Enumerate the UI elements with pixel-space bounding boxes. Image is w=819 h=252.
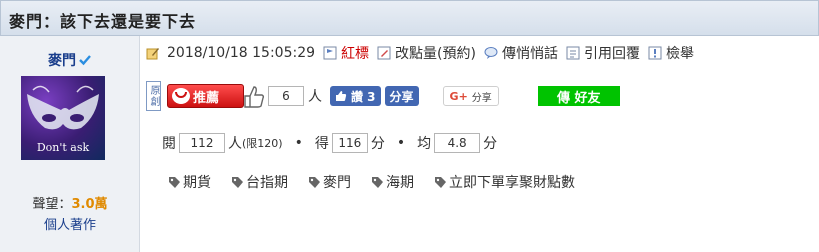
- author-name[interactable]: 麥門: [48, 53, 76, 69]
- google-share-button[interactable]: G+ 分享: [442, 86, 499, 106]
- read-count: 112: [179, 133, 225, 153]
- post-datetime: 2018/10/18 15:05:29: [167, 45, 316, 61]
- verified-check-icon: [79, 55, 91, 66]
- tag-item[interactable]: 麥門: [308, 172, 351, 192]
- original-badge: 原創: [146, 81, 161, 111]
- change-points-label: 改點量(預約): [395, 46, 476, 62]
- recommend-count: 6: [268, 86, 304, 106]
- read-unit: 人: [228, 136, 242, 152]
- quote-icon: [566, 46, 580, 60]
- post-content: 2018/10/18 15:05:29 紅標 改點量(預約) 傳悄悄話 引用回覆…: [140, 36, 819, 252]
- tag-icon: [232, 176, 243, 188]
- red-mark-label: 紅標: [341, 46, 370, 62]
- action-button-row: 原創 推薦 6 人 讚 3 分享 G+ 分享 傳 好友: [146, 81, 620, 111]
- avg-unit: 分: [483, 136, 498, 152]
- score-value: 116: [331, 133, 368, 153]
- avg-label: 均: [417, 136, 432, 152]
- avatar-caption: Don't ask: [36, 141, 90, 154]
- quote-reply-label: 引用回覆: [583, 46, 640, 62]
- score-unit: 分: [370, 136, 385, 152]
- author-prestige: 聲望：3.0萬: [0, 193, 140, 212]
- thumb-up-icon[interactable]: [242, 83, 266, 109]
- tag-label: 台指期: [246, 175, 288, 191]
- author-name-row: 麥門: [0, 50, 140, 70]
- red-mark-link[interactable]: 紅標: [323, 43, 369, 63]
- line-share-button[interactable]: 傳 好友: [537, 86, 620, 106]
- facebook-like-label: 讚 3: [351, 89, 376, 104]
- score-label: 得: [314, 136, 329, 152]
- private-message-label: 傳悄悄話: [501, 46, 558, 62]
- change-points-link[interactable]: 改點量(預約): [377, 43, 476, 63]
- tag-icon: [372, 176, 383, 188]
- tag-icon: [435, 176, 446, 188]
- edit-icon: [377, 46, 391, 60]
- tag-item[interactable]: 台指期: [231, 172, 288, 192]
- google-share-label: 分享: [471, 92, 492, 104]
- prestige-value: 3.0萬: [71, 197, 108, 212]
- facebook-thumb-icon: [336, 91, 347, 101]
- post-stats: 閱 112 人 (限120) • 得 116 分 • 均 4.8 分: [162, 132, 497, 154]
- tag-icon: [309, 176, 320, 188]
- edit-pencil-icon: [146, 48, 159, 60]
- recommend-unit: 人: [308, 89, 322, 105]
- post-meta-row: 2018/10/18 15:05:29 紅標 改點量(預約) 傳悄悄話 引用回覆…: [146, 43, 694, 63]
- prestige-label: 聲望：: [32, 197, 72, 212]
- tag-icon: [169, 176, 180, 188]
- google-plus-icon: G+: [449, 89, 468, 103]
- tag-label: 立即下單享聚財點數: [449, 175, 575, 191]
- thread-title-bar: 麥門：該下去還是要下去: [0, 0, 819, 36]
- tag-list: 期貨 台指期 麥門 海期 立即下單享聚財點數: [168, 171, 595, 193]
- read-limit: (限120): [242, 137, 283, 150]
- tag-label: 麥門: [323, 175, 351, 191]
- report-link[interactable]: 檢舉: [648, 43, 694, 63]
- separator-dot: •: [294, 135, 303, 151]
- recommend-button[interactable]: 推薦: [167, 84, 244, 108]
- report-label: 檢舉: [665, 46, 694, 62]
- report-icon: [648, 46, 662, 60]
- chat-icon: [484, 47, 498, 59]
- facebook-like-button[interactable]: 讚 3: [330, 86, 381, 106]
- read-label: 閱: [162, 136, 176, 152]
- tag-label: 期貨: [183, 175, 211, 191]
- avatar[interactable]: Don't ask: [21, 76, 105, 160]
- recommend-label: 推薦: [193, 90, 220, 106]
- tag-label: 海期: [386, 175, 414, 191]
- private-message-link[interactable]: 傳悄悄話: [484, 43, 558, 63]
- avg-value: 4.8: [434, 133, 481, 153]
- author-sidebar: 麥門 Don't ask 聲望：3.0萬 個人著作: [0, 36, 140, 252]
- facebook-share-button[interactable]: 分享: [384, 86, 419, 106]
- quote-reply-link[interactable]: 引用回覆: [566, 43, 640, 63]
- tag-item[interactable]: 期貨: [168, 172, 211, 192]
- tag-item[interactable]: 立即下單享聚財點數: [434, 172, 575, 192]
- tag-item[interactable]: 海期: [371, 172, 414, 192]
- smile-icon: [172, 88, 190, 104]
- thread-title: 麥門：該下去還是要下去: [9, 12, 197, 31]
- separator-dot: •: [396, 135, 406, 151]
- flag-icon: [323, 46, 337, 60]
- author-works-link[interactable]: 個人著作: [0, 214, 140, 233]
